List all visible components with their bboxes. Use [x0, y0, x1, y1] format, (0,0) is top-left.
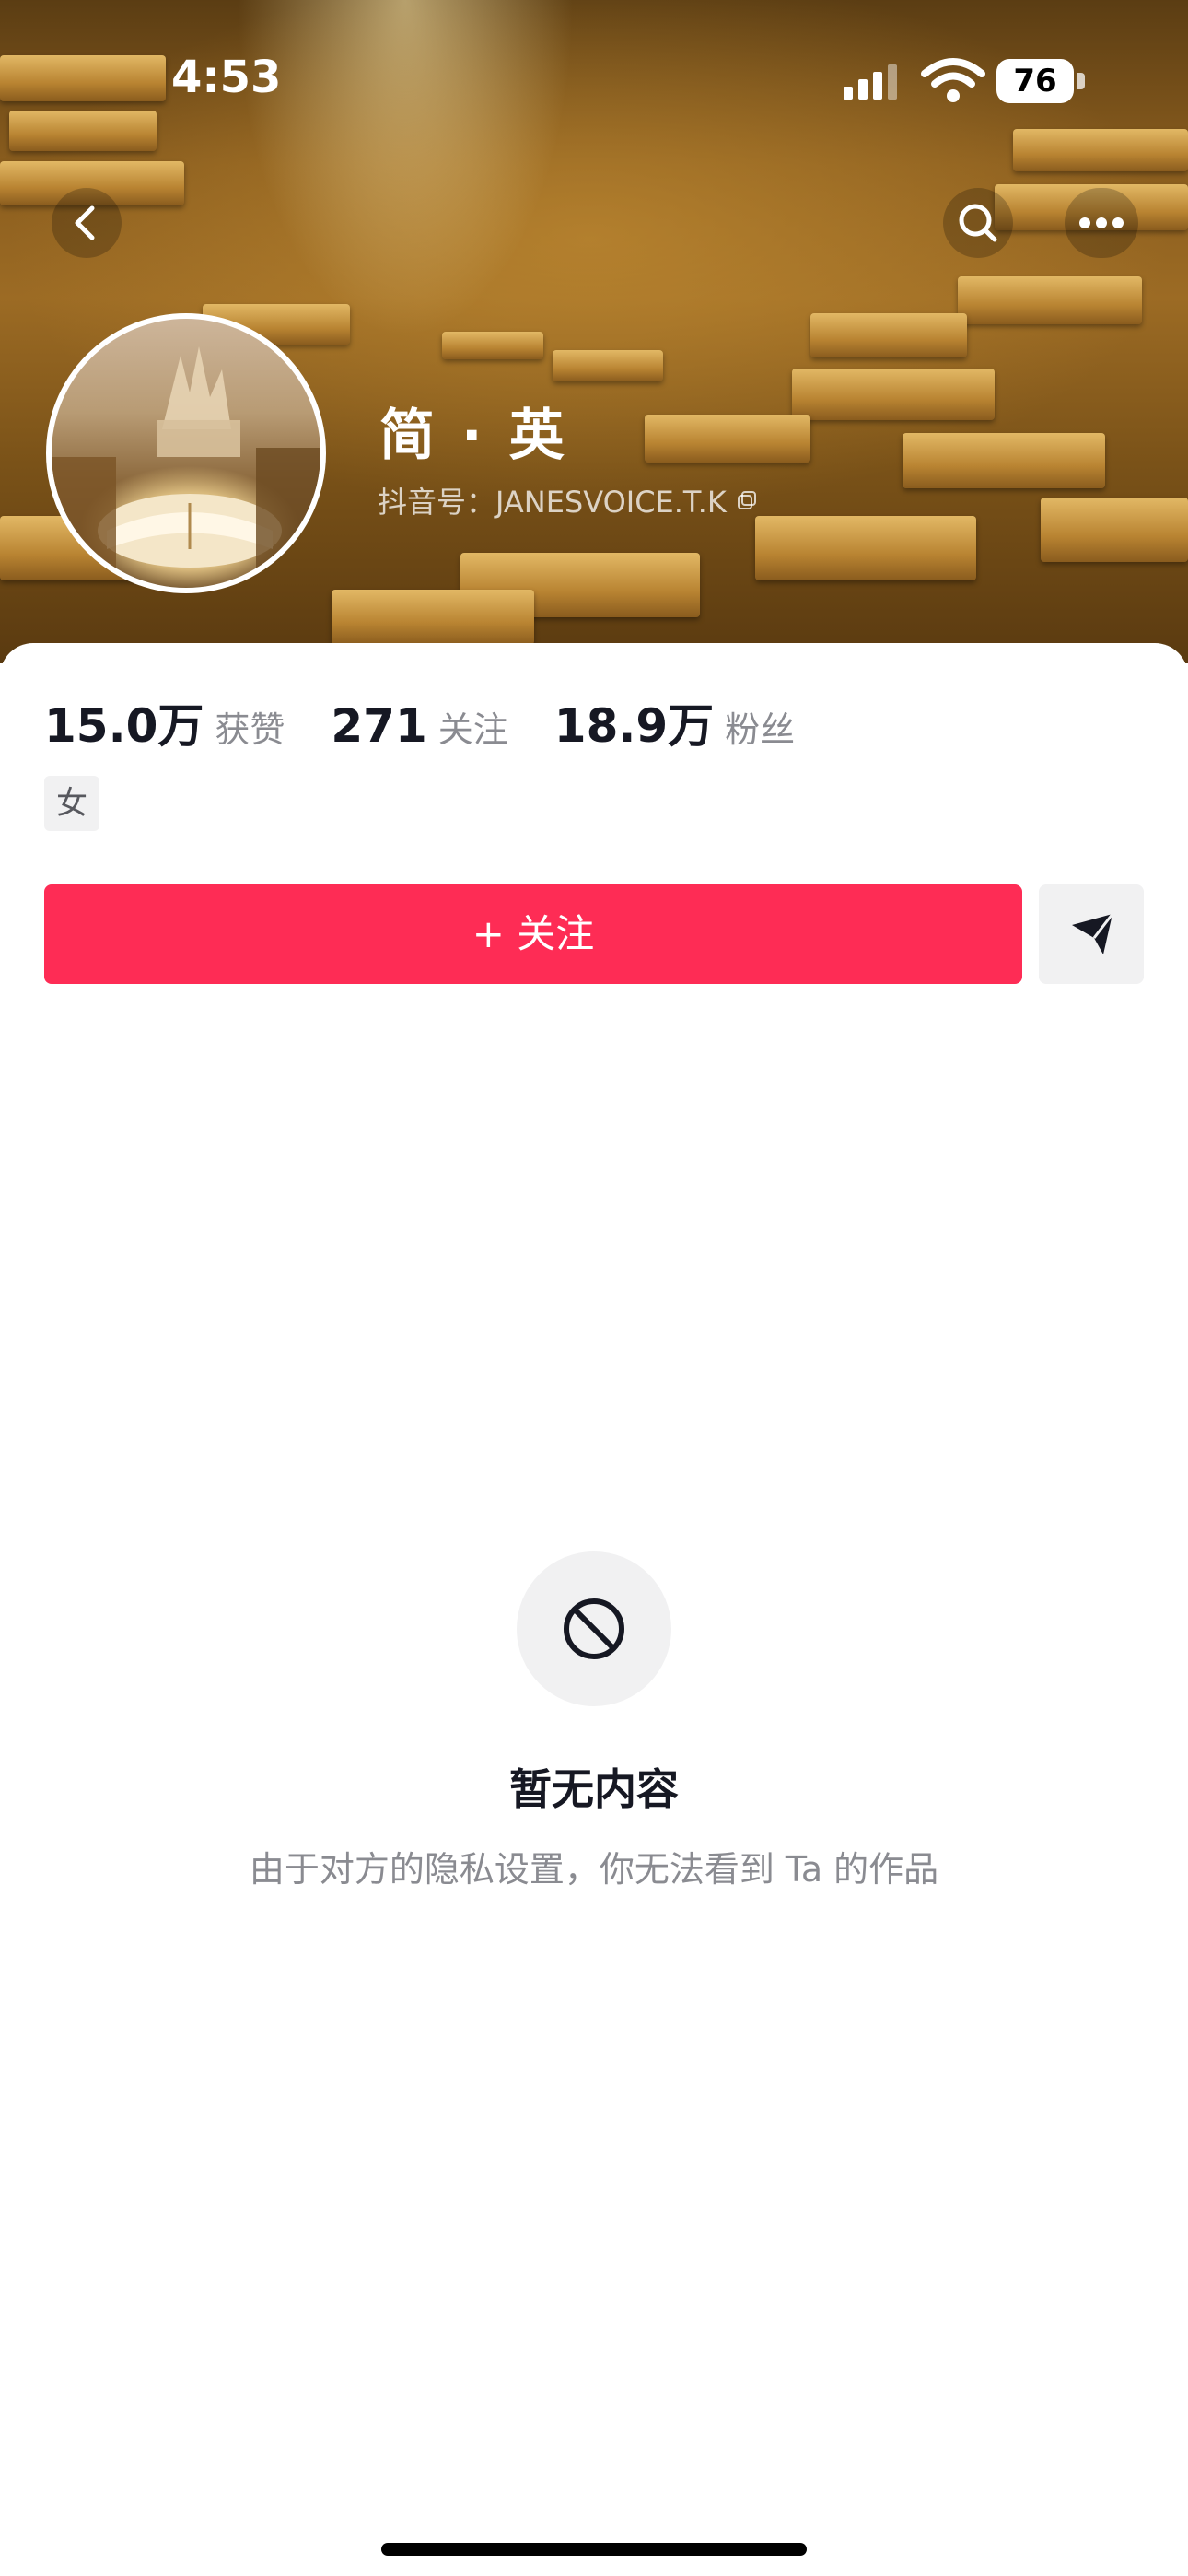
home-indicator[interactable] — [381, 2543, 807, 2556]
search-button[interactable] — [943, 188, 1013, 258]
gender-tag: 女 — [44, 776, 99, 831]
avatar-castle-image — [52, 346, 320, 568]
send-icon — [1072, 913, 1114, 954]
likes-count[interactable]: 15.0万 — [44, 689, 204, 755]
signal-icon — [844, 63, 904, 100]
send-message-button[interactable] — [1039, 884, 1144, 984]
stats-row: 15.0万 获赞 271 关注 18.9万 粉丝 — [44, 689, 841, 755]
battery-level: 76 — [1013, 63, 1057, 100]
followers-label: 粉丝 — [725, 709, 796, 750]
battery-icon: 76 — [996, 59, 1085, 103]
douyin-id-row[interactable]: 抖音号：JANESVOICE.T.K — [378, 479, 758, 521]
empty-state-subtitle: 由于对方的隐私设置，你无法看到 Ta 的作品 — [249, 1849, 939, 1890]
profile-name: 简 · 英 — [379, 404, 568, 468]
following-count[interactable]: 271 — [331, 699, 426, 753]
search-icon — [959, 204, 997, 242]
douyin-id: 抖音号：JANESVOICE.T.K — [378, 485, 727, 520]
more-button[interactable] — [1065, 188, 1138, 258]
avatar[interactable] — [46, 313, 326, 593]
status-time: 4:53 — [171, 52, 282, 103]
likes-label: 获赞 — [215, 709, 285, 750]
back-button[interactable] — [52, 188, 122, 258]
followers-count[interactable]: 18.9万 — [554, 689, 714, 755]
prohibited-icon — [564, 1598, 624, 1659]
empty-state-icon-container — [517, 1551, 671, 1706]
copy-icon[interactable] — [736, 489, 758, 511]
wifi-icon — [921, 58, 985, 102]
more-icon — [1079, 217, 1124, 228]
follow-button[interactable]: + 关注 — [44, 884, 1022, 984]
empty-state-title: 暂无内容 — [509, 1764, 679, 1814]
back-icon — [75, 205, 95, 240]
following-label: 关注 — [437, 709, 508, 750]
